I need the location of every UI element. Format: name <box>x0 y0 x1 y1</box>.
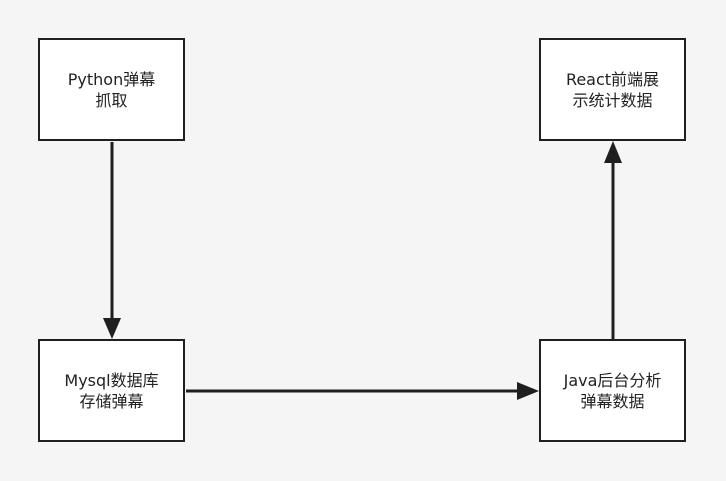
node-java-backend[interactable]: Java后台分析 弹幕数据 <box>539 339 686 442</box>
edge-mysql-to-java <box>186 382 539 400</box>
arrowhead-down <box>103 318 121 339</box>
node-label-line1: Mysql数据库 <box>64 370 159 390</box>
node-python-scraper[interactable]: Python弹幕 抓取 <box>38 38 185 141</box>
node-react-frontend[interactable]: React前端展 示统计数据 <box>539 38 686 141</box>
node-mysql-storage[interactable]: Mysql数据库 存储弹幕 <box>38 339 185 442</box>
arrowhead-right <box>517 382 539 400</box>
node-label-line2: 存储弹幕 <box>79 391 144 411</box>
edge-java-to-react <box>604 141 622 339</box>
node-label-line2: 抓取 <box>95 90 128 110</box>
node-label-line1: Python弹幕 <box>67 69 156 89</box>
arrowhead-up <box>604 141 622 163</box>
node-label-line2: 示统计数据 <box>572 90 653 110</box>
node-label-line1: Java后台分析 <box>563 370 662 390</box>
node-label-line2: 弹幕数据 <box>580 391 645 411</box>
diagram-canvas: Python弹幕 抓取 React前端展 示统计数据 Mysql数据库 存储弹幕… <box>0 0 726 481</box>
node-label-line1: React前端展 <box>565 69 660 89</box>
edge-python-to-mysql <box>103 142 121 339</box>
